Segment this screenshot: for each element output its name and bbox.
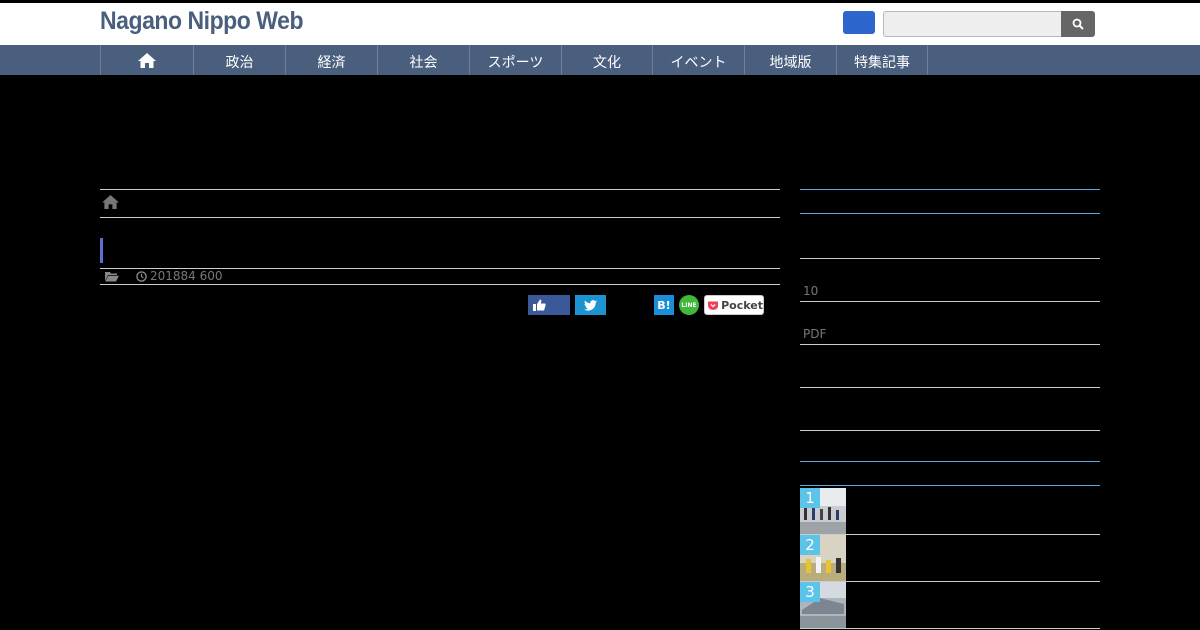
sidebar-divider-7: [800, 430, 1100, 431]
article-date: 201884 600: [150, 269, 223, 283]
sidebar-item-10[interactable]: 10: [803, 284, 818, 298]
ranking-badge-2: 2: [800, 535, 820, 555]
nav-item-5[interactable]: 文化: [561, 45, 652, 75]
search-input[interactable]: [883, 11, 1062, 37]
clock-icon: [136, 270, 147, 282]
sidebar-divider-6: [800, 387, 1100, 388]
breadcrumb-top-divider: [100, 189, 780, 190]
search-icon: [1072, 18, 1084, 30]
sidebar-item-pdf[interactable]: PDF: [803, 327, 826, 341]
site-logo[interactable]: Nagano Nippo Web: [100, 7, 304, 36]
nav-item-6[interactable]: イベント: [652, 45, 744, 75]
nav-item-3[interactable]: 社会: [377, 45, 469, 75]
ranking-header-bottom: [800, 485, 1100, 486]
facebook-like-button[interactable]: [528, 295, 570, 315]
sidebar-divider-1: [800, 189, 1100, 190]
hatena-bookmark-button[interactable]: B!: [654, 295, 674, 315]
twitter-icon: [584, 299, 597, 311]
line-share-button[interactable]: LINE: [679, 295, 699, 315]
nav-home[interactable]: [100, 45, 193, 75]
nav-item-1[interactable]: 政治: [193, 45, 285, 75]
twitter-share-button[interactable]: [575, 295, 606, 315]
sidebar-divider-2: [800, 213, 1100, 214]
header-button[interactable]: [843, 11, 875, 34]
nav-item-4[interactable]: スポーツ: [469, 45, 561, 75]
home-icon: [138, 52, 156, 68]
article-meta: 201884 600: [105, 269, 223, 283]
main-nav: 政治 経済 社会 スポーツ 文化 イベント 地域版 特集記事: [0, 45, 1200, 75]
sidebar-divider-5: [800, 344, 1100, 345]
ranking-item-2[interactable]: 2: [800, 535, 846, 581]
nav-item-7[interactable]: 地域版: [744, 45, 836, 75]
breadcrumb-home-icon[interactable]: [101, 194, 120, 210]
ranking-header-top: [800, 461, 1100, 462]
ranking-item-1[interactable]: 1: [800, 488, 846, 534]
pocket-button[interactable]: Pocket: [704, 295, 764, 315]
article-title-accent: [100, 238, 103, 263]
breadcrumb: [101, 194, 120, 214]
nav-item-2[interactable]: 経済: [285, 45, 377, 75]
nav-item-8[interactable]: 特集記事: [836, 45, 928, 75]
meta-bottom-divider: [100, 284, 780, 285]
pocket-icon: [708, 301, 719, 310]
search-form: [883, 11, 1095, 37]
sidebar-divider-3: [800, 258, 1100, 259]
ranking-item-3[interactable]: 3: [800, 582, 846, 628]
ranking-divider-3: [800, 628, 1100, 629]
pocket-label: Pocket: [721, 298, 763, 312]
breadcrumb-bottom-divider: [100, 217, 780, 218]
thumbs-up-icon: [533, 299, 546, 311]
site-header: Nagano Nippo Web: [0, 3, 1200, 45]
sidebar-divider-4: [800, 301, 1100, 302]
folder-icon: [105, 271, 119, 281]
ranking-badge-1: 1: [800, 488, 820, 508]
ranking-badge-3: 3: [800, 582, 820, 602]
search-button[interactable]: [1061, 11, 1095, 37]
